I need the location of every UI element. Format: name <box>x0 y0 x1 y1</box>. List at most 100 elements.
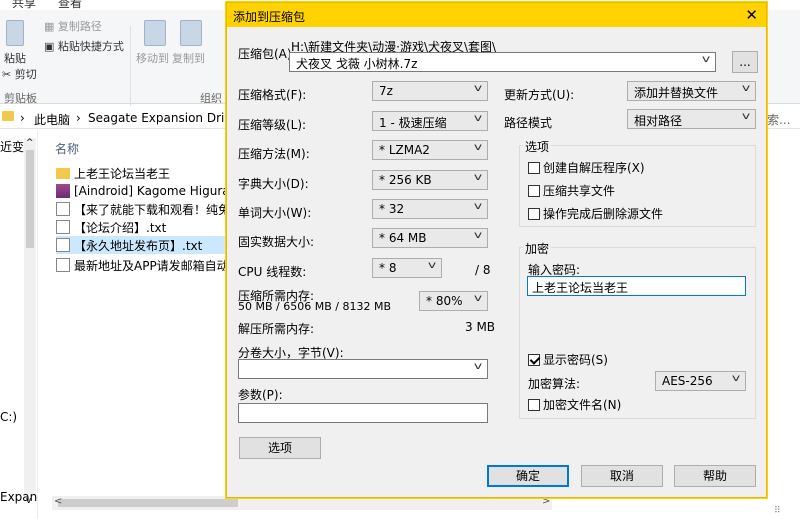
copy-to-button[interactable]: 复制到 <box>172 50 205 66</box>
list-item[interactable]: 【论坛介绍】.txt <box>56 218 231 236</box>
update-mode-label: 更新方式(U): <box>504 88 575 102</box>
dialog-title: 添加到压缩包 <box>233 10 306 24</box>
dialog-titlebar[interactable]: 添加到压缩包 ✕ <box>227 3 766 27</box>
path-mode-select[interactable]: 相对路径 v <box>627 109 756 129</box>
delete-after-checkbox[interactable]: 操作完成后删除源文件 <box>528 205 663 222</box>
memory-percent-select[interactable]: * 80% v <box>419 291 488 311</box>
password-input[interactable]: 上老王论坛当老王 <box>527 276 746 296</box>
resize-grip-icon[interactable]: ⠿ <box>774 506 781 516</box>
cpu-threads-value: * 8 <box>379 261 397 275</box>
options-group-title: 选项 <box>523 138 552 155</box>
dictionary-value: * 256 KB <box>379 173 432 187</box>
create-sfx-checkbox[interactable]: 创建自解压程序(X) <box>528 159 645 176</box>
chevron-right-icon: › <box>20 111 25 125</box>
compress-memory-detail: 50 MB / 6506 MB / 8132 MB <box>238 300 391 313</box>
solid-size-select[interactable]: * 64 MB v <box>372 228 488 248</box>
solid-size-value: * 64 MB <box>379 231 427 245</box>
file-name: [Aindroid] Kagome Higurashi N <box>74 184 231 198</box>
horizontal-scrollbar-thumb[interactable] <box>58 499 238 507</box>
ok-button[interactable]: 确定 <box>487 465 569 487</box>
list-item[interactable]: 上老王论坛当老王 <box>56 164 231 182</box>
delete-after-label: 操作完成后删除源文件 <box>543 207 664 221</box>
encrypt-filenames-checkbox[interactable]: 加密文件名(N) <box>528 396 621 413</box>
text-file-icon <box>56 238 70 252</box>
chevron-down-icon[interactable]: v <box>26 496 31 506</box>
column-header-name[interactable]: 名称 <box>55 140 79 157</box>
create-sfx-label: 创建自解压程序(X) <box>543 161 645 175</box>
solid-size-label: 固实数据大小: <box>238 235 315 249</box>
chevron-down-icon: v <box>473 230 483 241</box>
archive-label: 压缩包(A) <box>238 47 292 61</box>
show-password-checkbox[interactable]: 显示密码(S) <box>528 351 608 368</box>
help-button[interactable]: 帮助 <box>674 465 756 487</box>
cut-button[interactable]: ✂ 剪切 <box>2 66 37 82</box>
archive-name-combo[interactable]: 犬夜叉 戈薇 小树林.7z v <box>289 52 716 72</box>
list-item[interactable]: 【永久地址发布页】.txt <box>56 236 231 254</box>
cpu-threads-total: / 8 <box>475 263 491 277</box>
ribbon-separator <box>130 26 131 106</box>
level-label: 压缩等级(L): <box>238 118 307 132</box>
compress-shared-label: 压缩共享文件 <box>543 184 616 198</box>
nav-scrollbar-thumb[interactable] <box>26 150 34 248</box>
path-mode-value: 相对路径 <box>634 114 683 128</box>
breadcrumb-this-pc[interactable]: 此电脑 <box>34 111 70 128</box>
chevron-down-icon: v <box>701 54 711 65</box>
level-value: 1 - 极速压缩 <box>379 116 447 130</box>
update-mode-select[interactable]: 添加并替换文件 v <box>627 81 756 101</box>
split-size-combo[interactable]: v <box>238 359 488 379</box>
list-item[interactable]: 【来了就能下载和观看！纯免费！ <box>56 200 231 218</box>
move-to-button[interactable]: 移动到 <box>136 50 169 66</box>
list-item[interactable]: [Aindroid] Kagome Higurashi N <box>56 182 231 200</box>
cancel-button[interactable]: 取消 <box>581 465 663 487</box>
word-size-label: 单词大小(W): <box>238 206 312 220</box>
word-size-select[interactable]: * 32 v <box>372 199 488 219</box>
memory-percent-value: * 80% <box>426 294 463 308</box>
cpu-threads-label: CPU 线程数: <box>238 265 307 279</box>
encryption-method-label: 加密算法: <box>528 377 581 391</box>
compress-shared-checkbox[interactable]: 压缩共享文件 <box>528 182 615 199</box>
file-name: 上老王论坛当老王 <box>74 166 171 181</box>
paste-button[interactable]: 粘贴 <box>4 50 26 66</box>
chevron-down-icon: v <box>731 373 741 384</box>
format-value: 7z <box>379 84 393 98</box>
file-name: 【来了就能下载和观看！纯免费！ <box>74 202 231 217</box>
paste-shortcut-button[interactable]: ▣ 粘贴快捷方式 <box>44 38 124 54</box>
chevron-right-icon: › <box>76 111 81 125</box>
clipboard-group-label: 剪贴板 <box>4 92 37 105</box>
copy-path-button[interactable]: ▦ 复制路径 <box>44 18 102 34</box>
method-select[interactable]: * LZMA2 v <box>372 140 488 160</box>
chevron-down-icon: v <box>741 83 751 94</box>
browse-button[interactable]: ... <box>732 51 758 73</box>
decompress-memory-value: 3 MB <box>465 320 496 334</box>
chevron-down-icon: v <box>473 113 483 124</box>
chevron-up-icon[interactable]: ^ <box>26 138 34 148</box>
checkbox-box <box>528 207 540 220</box>
options-button[interactable]: 选项 <box>239 437 321 459</box>
paste-shortcut-label: 粘贴快捷方式 <box>57 40 124 53</box>
parameters-input[interactable] <box>238 403 488 423</box>
search-box[interactable]: 索... <box>767 111 790 128</box>
file-name: 【论坛介绍】.txt <box>74 220 167 235</box>
file-name: 最新地址及APP请发邮箱自动获取 <box>74 258 231 273</box>
nav-item-c-drive[interactable]: C:) <box>0 410 17 424</box>
list-item[interactable]: 最新地址及APP请发邮箱自动获取 <box>56 256 231 274</box>
cpu-threads-select[interactable]: * 8 v <box>372 258 442 278</box>
checkbox-box <box>528 161 540 174</box>
chevron-down-icon: v <box>473 83 483 94</box>
method-label: 压缩方法(M): <box>238 147 310 161</box>
dictionary-select[interactable]: * 256 KB v <box>372 170 488 190</box>
text-file-icon <box>56 258 70 272</box>
close-icon[interactable]: ✕ <box>745 6 758 24</box>
scroll-left-icon[interactable]: < <box>54 496 62 507</box>
archive-name-value: 犬夜叉 戈薇 小树林.7z <box>296 57 418 71</box>
text-file-icon <box>56 202 70 216</box>
level-select[interactable]: 1 - 极速压缩 v <box>372 111 488 131</box>
encryption-method-select[interactable]: AES-256 v <box>655 371 746 391</box>
update-mode-value: 添加并替换文件 <box>634 86 719 100</box>
folder-icon <box>56 167 70 179</box>
cut-label: 剪切 <box>14 68 37 81</box>
encryption-group-title: 加密 <box>523 240 552 257</box>
format-label: 压缩格式(F): <box>238 88 307 102</box>
format-select[interactable]: 7z v <box>372 81 488 101</box>
chevron-down-icon: v <box>473 201 483 212</box>
